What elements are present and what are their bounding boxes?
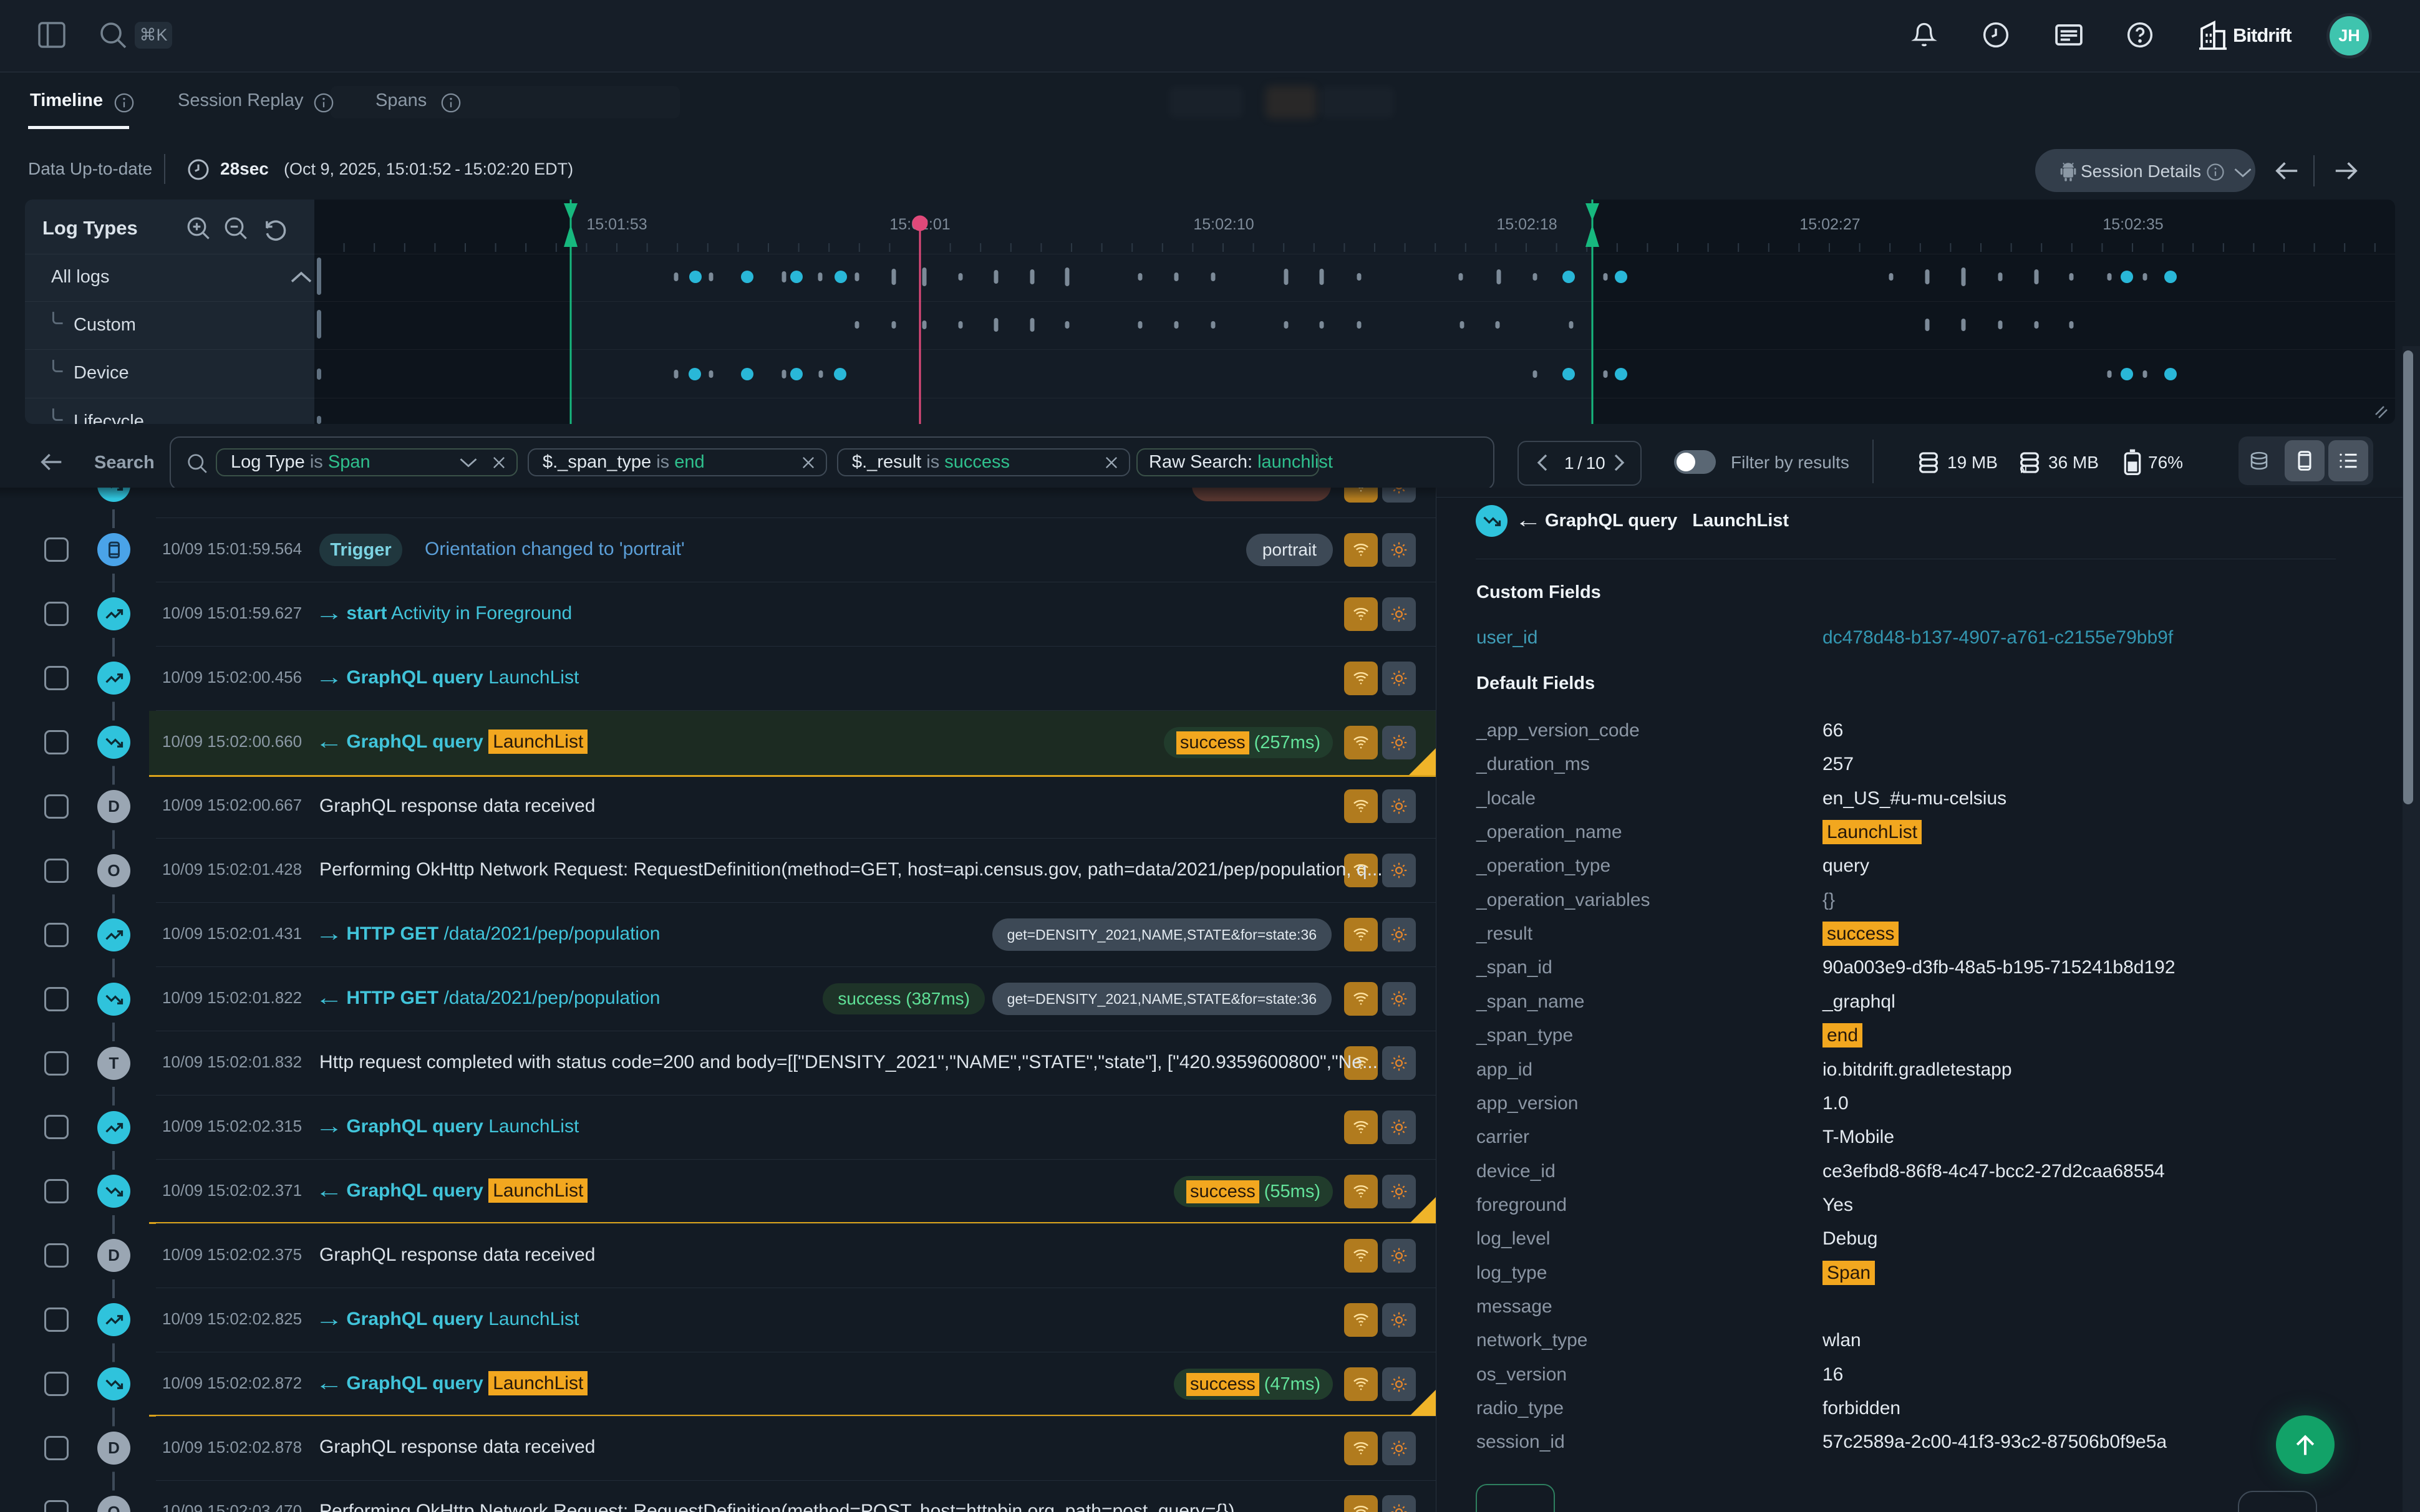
svg-text:15:02:35: 15:02:35 xyxy=(2103,216,2163,233)
svg-text:15:01:53: 15:01:53 xyxy=(586,216,647,233)
svg-text:15:02:18: 15:02:18 xyxy=(1496,216,1557,233)
svg-text:15:02:27: 15:02:27 xyxy=(1799,216,1860,233)
svg-text:N: N xyxy=(2020,465,2027,475)
svg-text:15:02:10: 15:02:10 xyxy=(1193,216,1254,233)
